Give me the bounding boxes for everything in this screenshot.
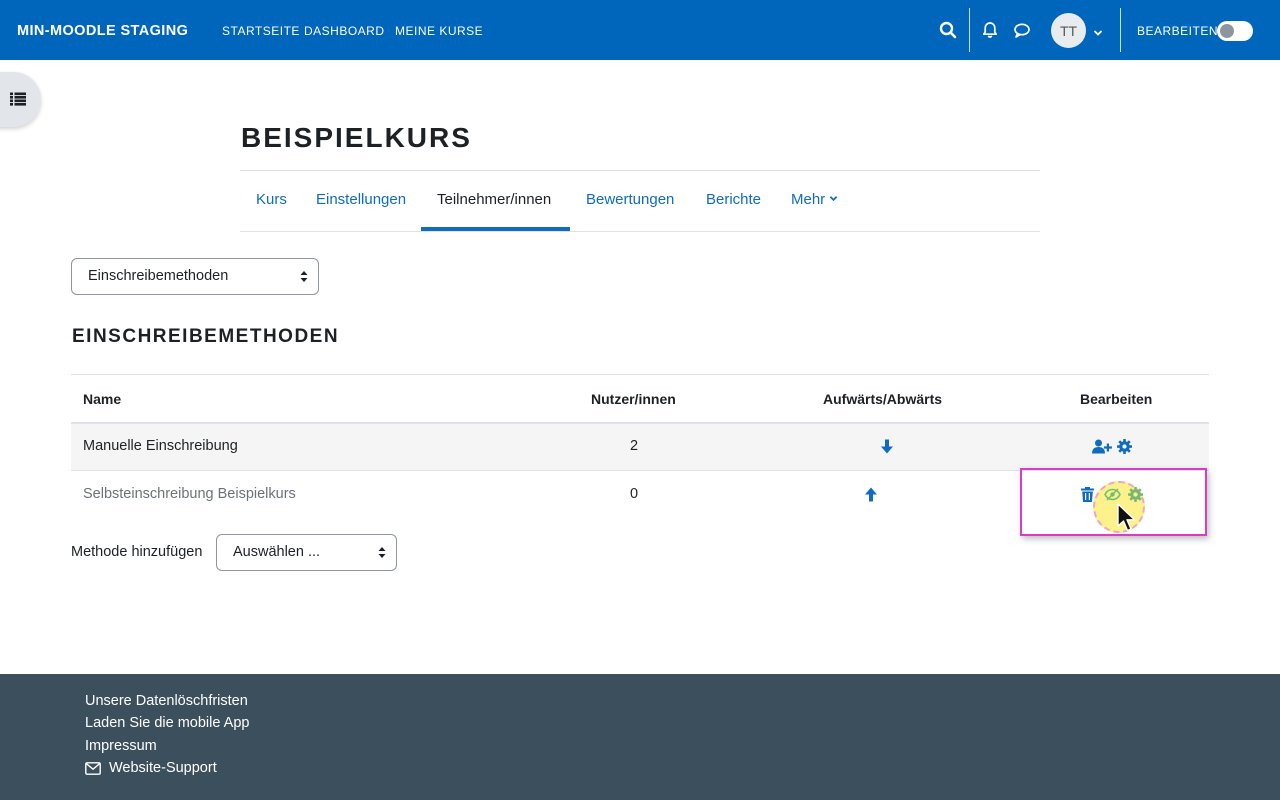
divider [240, 170, 1040, 171]
top-navbar: MIN-MOODLE STAGING STARTSEITE DASHBOARD … [0, 0, 1280, 60]
divider [240, 231, 1040, 232]
tab-mehr[interactable]: Mehr [791, 191, 838, 208]
edit-mode-toggle[interactable] [1217, 21, 1253, 41]
mouse-pointer-icon [1117, 503, 1137, 533]
enrol-users-icon[interactable] [1092, 439, 1112, 454]
tab-mehr-label: Mehr [791, 191, 826, 208]
settings-gear-icon[interactable] [1117, 439, 1132, 454]
search-icon[interactable] [938, 20, 958, 40]
envelope-icon [85, 762, 101, 775]
add-method-label: Methode hinzufügen [71, 544, 203, 560]
column-header-users: Nutzer/innen [591, 391, 676, 407]
footer-link-impressum[interactable]: Impressum [85, 738, 157, 754]
arrow-up-icon[interactable] [864, 487, 878, 502]
footer-link-website-support[interactable]: Website-Support [109, 760, 217, 776]
row-users: 0 [630, 486, 639, 502]
column-header-move: Aufwärts/Abwärts [823, 391, 943, 407]
chat-bubble-icon[interactable] [1012, 20, 1032, 40]
footer-link-mobile-app[interactable]: Laden Sie die mobile App [85, 715, 249, 731]
chevron-down-icon [829, 196, 838, 202]
select-arrows-icon [378, 547, 386, 558]
nav-link-meine-kurse[interactable]: MEINE KURSE [395, 24, 483, 38]
bell-icon[interactable] [980, 20, 1000, 40]
tab-einstellungen[interactable]: Einstellungen [316, 191, 406, 208]
table-border [71, 374, 1209, 375]
list-icon [10, 92, 26, 106]
navbar-divider [1120, 8, 1121, 52]
toggle-knob [1220, 24, 1234, 38]
highlight-box [1020, 468, 1207, 536]
add-method-select[interactable]: Auswählen ... [216, 534, 397, 571]
nav-link-startseite[interactable]: STARTSEITE [222, 24, 300, 38]
column-header-name: Name [83, 391, 122, 407]
table-row [71, 424, 1209, 470]
nav-link-dashboard[interactable]: DASHBOARD [304, 24, 385, 38]
user-menu-chevron-down-icon[interactable] [1093, 25, 1103, 36]
tab-kurs[interactable]: Kurs [256, 191, 287, 208]
user-avatar[interactable]: TT [1051, 13, 1086, 48]
page-navigation-select-value: Einschreibemethoden [88, 268, 229, 284]
edit-mode-label: BEARBEITEN [1137, 24, 1219, 38]
select-arrows-icon [300, 271, 308, 282]
tab-berichte[interactable]: Berichte [706, 191, 761, 208]
tab-teilnehmer[interactable]: Teilnehmer/innen [437, 191, 551, 208]
navbar-divider [969, 8, 970, 52]
page-title: BEISPIELKURS [241, 122, 472, 153]
add-method-select-value: Auswählen ... [233, 544, 321, 560]
row-users: 2 [630, 438, 639, 454]
site-brand[interactable]: MIN-MOODLE STAGING [17, 23, 188, 39]
tab-bewertungen[interactable]: Bewertungen [586, 191, 674, 208]
column-header-edit: Bearbeiten [1080, 391, 1153, 407]
course-index-drawer-button[interactable] [0, 72, 41, 127]
page-navigation-select[interactable]: Einschreibemethoden [71, 258, 319, 295]
row-name: Selbsteinschreibung Beispielkurs [83, 486, 296, 502]
row-name: Manuelle Einschreibung [83, 438, 238, 454]
arrow-down-icon[interactable] [880, 439, 894, 454]
section-heading: EINSCHREIBEMETHODEN [72, 326, 340, 347]
footer-link-data-retention[interactable]: Unsere Datenlöschfristen [85, 693, 248, 709]
